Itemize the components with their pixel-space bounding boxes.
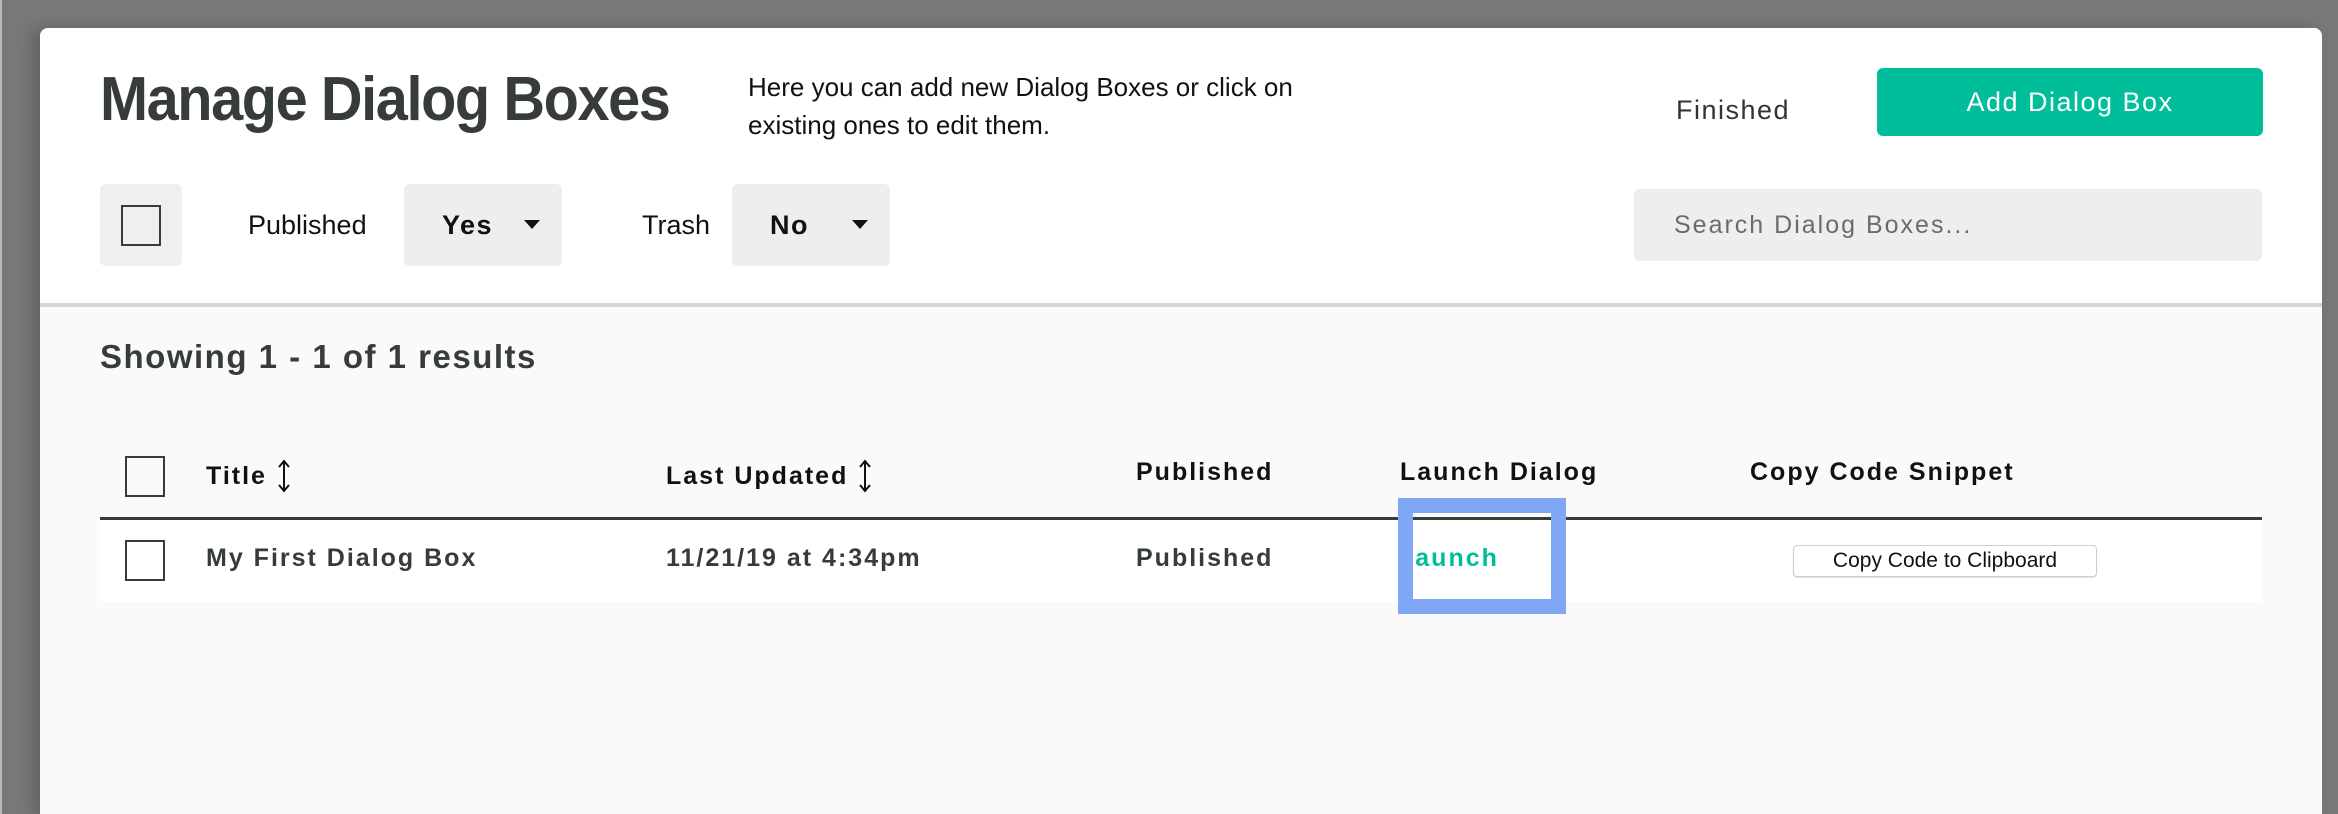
manage-dialog-boxes-panel: Manage Dialog Boxes Here you can add new… xyxy=(40,28,2322,814)
trash-filter-select[interactable]: No xyxy=(732,184,890,266)
column-header-launch-dialog: Launch Dialog xyxy=(1400,458,1599,486)
launch-link[interactable]: Launch xyxy=(1398,544,1499,573)
published-filter-select[interactable]: Yes xyxy=(404,184,562,266)
bulk-select-checkbox[interactable] xyxy=(121,204,161,246)
column-header-copy-code-snippet: Copy Code Snippet xyxy=(1750,458,2015,486)
table-row[interactable]: My First Dialog Box 11/21/19 at 4:34pm P… xyxy=(100,520,2262,602)
table-header: Title Last Updated Published Launch Dial… xyxy=(100,428,2262,520)
add-dialog-box-button[interactable]: Add Dialog Box xyxy=(1877,68,2263,136)
column-header-title[interactable]: Title xyxy=(206,458,291,494)
caret-down-icon xyxy=(524,220,540,229)
column-header-last-updated[interactable]: Last Updated xyxy=(666,458,872,494)
bulk-select-wrapper xyxy=(100,184,182,266)
row-published-status: Published xyxy=(1136,544,1274,572)
row-last-updated: 11/21/19 at 4:34pm xyxy=(666,544,922,572)
copy-code-button[interactable]: Copy Code to Clipboard xyxy=(1793,545,2097,577)
trash-filter-value: No xyxy=(770,209,809,240)
row-select-checkbox[interactable] xyxy=(125,540,165,581)
results-summary: Showing 1 - 1 of 1 results xyxy=(100,338,537,375)
sort-icon[interactable] xyxy=(858,458,872,494)
page-description: Here you can add new Dialog Boxes or cli… xyxy=(748,72,1293,140)
published-filter-value: Yes xyxy=(442,209,494,240)
search-input[interactable] xyxy=(1634,189,2262,261)
finished-button[interactable]: Finished xyxy=(1676,86,1896,134)
window-edge xyxy=(0,0,2,814)
sort-icon[interactable] xyxy=(277,458,291,494)
column-header-published: Published xyxy=(1136,458,1274,486)
trash-filter-label: Trash xyxy=(642,210,711,240)
page-header: Manage Dialog Boxes Here you can add new… xyxy=(40,28,2322,307)
row-title[interactable]: My First Dialog Box xyxy=(206,544,477,573)
column-header-title-label: Title xyxy=(206,461,267,490)
published-filter-label: Published xyxy=(248,210,367,240)
page-title: Manage Dialog Boxes xyxy=(100,65,671,134)
column-header-last-updated-label: Last Updated xyxy=(666,461,849,490)
select-all-checkbox[interactable] xyxy=(125,456,165,497)
caret-down-icon xyxy=(852,220,868,229)
